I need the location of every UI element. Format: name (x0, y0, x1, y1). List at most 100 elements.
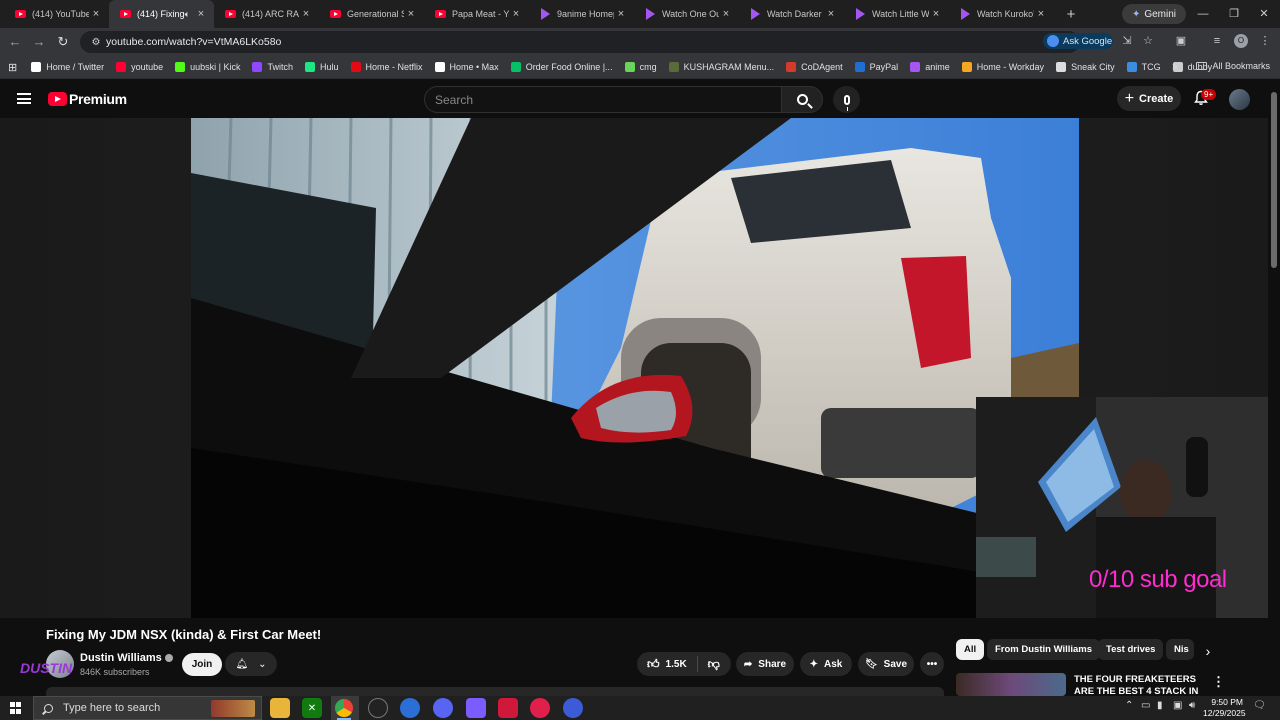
url-text[interactable]: youtube.com/watch?v=VtMA6LKo58o (106, 36, 281, 48)
bookmark-star-icon[interactable]: ☆ (1141, 34, 1155, 48)
tab-close-icon[interactable]: × (194, 8, 208, 20)
youtube-premium-logo[interactable]: Premium (48, 91, 127, 107)
tray-mic-icon[interactable]: ▮ (1157, 700, 1163, 711)
bookmark-item[interactable]: Home - Workday (961, 62, 1044, 72)
search-button[interactable] (781, 86, 823, 113)
browser-tab[interactable]: Watch Kuroko's × (949, 0, 1054, 28)
share-button[interactable]: ➦ Share (736, 652, 794, 676)
forward-button[interactable]: → (30, 33, 48, 51)
search-box[interactable] (424, 86, 782, 113)
save-button[interactable]: 🔖︎ Save (858, 652, 914, 676)
recommended-title[interactable]: THE FOUR FREAKETEERS ARE THE BEST 4 STAC… (1074, 674, 1202, 696)
chrome-icon[interactable] (335, 699, 353, 717)
tab-close-icon[interactable]: × (824, 8, 838, 20)
bookmark-item[interactable]: anime (910, 62, 950, 72)
more-bookmarks-icon[interactable]: » (1172, 61, 1178, 72)
tab-close-icon[interactable]: × (929, 8, 943, 20)
apps-grid-icon[interactable]: ⊞ (8, 61, 17, 74)
tab-close-icon[interactable]: × (1034, 8, 1048, 20)
bookmark-item[interactable]: cmg (624, 62, 657, 72)
guide-menu-icon[interactable] (17, 93, 31, 104)
gemini-button[interactable]: ✦ Gemini (1122, 4, 1186, 24)
minimize-button[interactable]: — (1187, 0, 1219, 28)
search-input[interactable] (425, 87, 781, 112)
tab-close-icon[interactable]: × (404, 8, 418, 20)
taskbar-search[interactable]: Type here to search (33, 696, 262, 720)
new-tab-button[interactable]: + (1058, 6, 1084, 23)
youtube-music-icon[interactable] (530, 698, 550, 718)
browser-tab[interactable]: Generational Sc× (319, 0, 424, 28)
browser-tab[interactable]: Watch Darker th× (739, 0, 844, 28)
dislike-button[interactable]: 👎︎ (698, 652, 730, 676)
obs-icon[interactable] (368, 698, 388, 718)
bookmark-item[interactable]: Home - Netflix (350, 62, 423, 72)
bookmark-item[interactable]: Home / Twitter (31, 62, 104, 72)
tab-audio-icon[interactable]: 🔈︎ (185, 9, 190, 20)
bookmark-item[interactable]: Twitch (252, 62, 293, 72)
bookmark-item[interactable]: KUSHAGRAM Menu... (668, 62, 774, 72)
bookmark-item[interactable]: CoDAgent (786, 62, 843, 72)
riot-icon[interactable] (498, 698, 518, 718)
windows-start-icon[interactable] (10, 702, 22, 714)
install-app-icon[interactable]: ⇲ (1120, 34, 1134, 48)
tab-close-icon[interactable]: × (89, 8, 103, 20)
tab-close-icon[interactable]: × (614, 8, 628, 20)
bookmark-item[interactable]: youtube (116, 62, 163, 72)
profile-avatar[interactable]: O (1234, 34, 1248, 48)
ask-google-button[interactable]: Ask Google (1043, 33, 1113, 49)
channel-name[interactable]: Dustin Williams (80, 652, 173, 664)
scrollbar-thumb[interactable] (1271, 92, 1277, 268)
reload-button[interactable]: ↻ (54, 33, 72, 51)
create-button[interactable]: + Create (1117, 86, 1181, 111)
chip-nis[interactable]: Nis (1166, 639, 1194, 660)
recommended-more-icon[interactable]: ⋮ (1212, 674, 1225, 690)
bookmark-item[interactable]: Order Food Online |... (510, 62, 613, 72)
browser-tab[interactable]: Watch Little Wit × (844, 0, 949, 28)
chip-all[interactable]: All (956, 639, 985, 660)
bookmark-item[interactable]: Hulu (304, 62, 339, 72)
app-blue-icon[interactable] (400, 698, 420, 718)
bookmark-item[interactable]: uubski | Kick (175, 62, 240, 72)
notification-center-icon[interactable]: 🗨︎ (1253, 700, 1266, 711)
browser-tab[interactable]: Papa Meat - You× (424, 0, 529, 28)
controller-icon[interactable] (466, 698, 486, 718)
tray-display-icon[interactable]: ▣ (1173, 700, 1182, 711)
chip-from-channel[interactable]: From Dustin Williams (987, 639, 1101, 660)
browser-tab[interactable]: Watch One Outs× (634, 0, 739, 28)
ask-button[interactable]: ✦ Ask (800, 652, 852, 676)
bookmark-item[interactable]: Sneak City (1056, 62, 1115, 72)
menu-dots-icon[interactable]: ⋮ (1258, 34, 1272, 48)
file-explorer-icon[interactable] (270, 698, 290, 718)
site-settings-icon[interactable]: ⚙ (86, 37, 106, 48)
tab-close-icon[interactable]: × (299, 8, 313, 20)
address-bar[interactable]: ⚙ youtube.com/watch?v=VtMA6LKo58o (80, 31, 1080, 53)
system-clock[interactable]: 9:50 PM 12/29/2025 (1203, 697, 1246, 719)
all-bookmarks-button[interactable]: All Bookmarks (1196, 61, 1270, 71)
media-controls-icon[interactable]: ≡ (1210, 34, 1224, 48)
bookmark-item[interactable]: Home • Max (434, 62, 499, 72)
close-window-button[interactable]: ✕ (1248, 0, 1280, 28)
chevron-right-icon[interactable]: › (1198, 641, 1218, 661)
bookmark-item[interactable]: PayPal (854, 62, 898, 72)
back-button[interactable]: ← (6, 33, 24, 51)
recommended-thumbnail[interactable] (956, 673, 1066, 696)
account-avatar[interactable] (1229, 89, 1250, 110)
chip-test-drives[interactable]: Test drives (1098, 639, 1164, 660)
tray-volume-icon[interactable]: 🔊︎ (1189, 700, 1195, 711)
tray-network-icon[interactable]: ▭ (1141, 700, 1150, 711)
side-panel-icon[interactable]: ▣ (1174, 34, 1188, 48)
browser-tab[interactable]: (414) Fixing 🔈︎ × (109, 0, 214, 28)
video-player[interactable] (191, 118, 1079, 618)
app-shield-icon[interactable] (563, 698, 583, 718)
tab-close-icon[interactable]: × (719, 8, 733, 20)
browser-tab[interactable]: (414) ARC RAIDE× (214, 0, 319, 28)
browser-tab[interactable]: (414) YouTube × (4, 0, 109, 28)
xbox-icon[interactable]: ✕ (302, 698, 322, 718)
subscription-notifications-button[interactable]: 🔔︎ ⌄ (225, 652, 277, 676)
restore-button[interactable]: ❐ (1218, 0, 1250, 28)
tab-close-icon[interactable]: × (509, 8, 523, 20)
browser-tab[interactable]: 9anime Homepa× (529, 0, 634, 28)
bookmark-item[interactable]: TCG (1126, 62, 1161, 72)
join-button[interactable]: Join (182, 653, 222, 676)
like-button[interactable]: 👍︎ 1.5K (637, 652, 697, 676)
